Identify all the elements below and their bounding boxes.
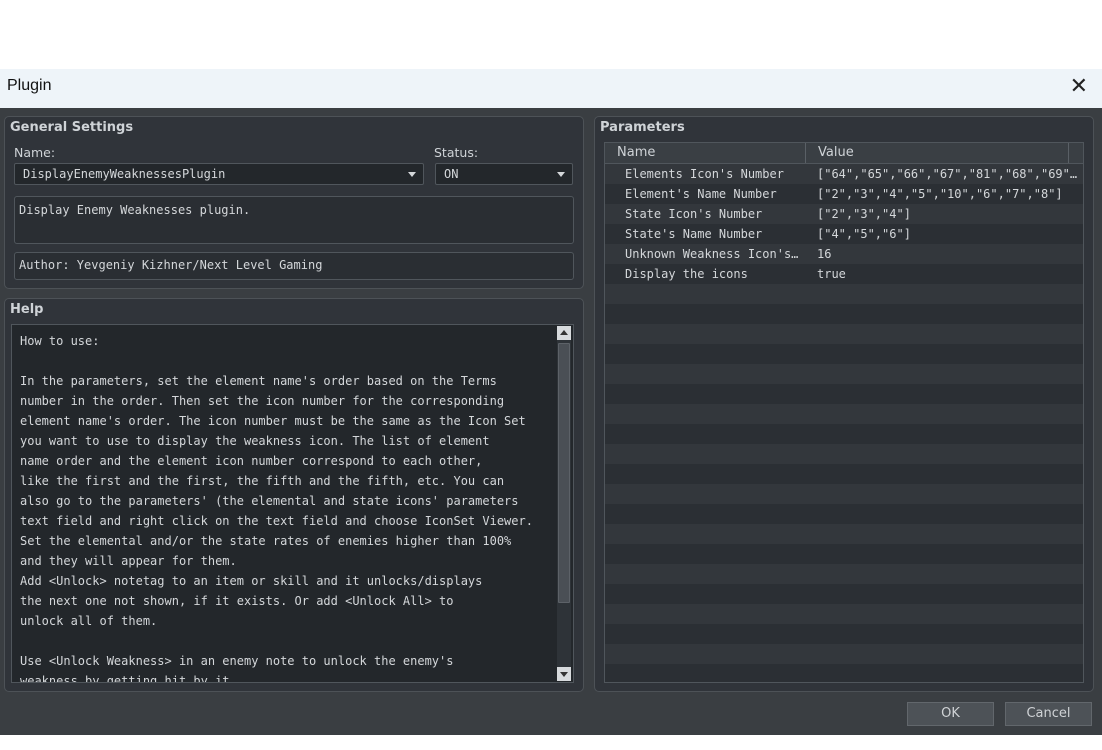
cancel-button[interactable]: Cancel <box>1005 702 1092 726</box>
table-row[interactable] <box>605 484 1083 504</box>
param-name: Display the icons <box>625 267 748 281</box>
param-name: Element's Name Number <box>625 187 777 201</box>
column-header-value[interactable]: Value <box>806 143 1069 163</box>
plugin-name-select[interactable]: DisplayEnemyWeaknessesPlugin <box>14 163 424 185</box>
chevron-down-icon <box>408 172 416 177</box>
table-row[interactable] <box>605 304 1083 324</box>
param-value: ["2","3","4"] <box>817 207 911 221</box>
table-row[interactable] <box>605 464 1083 484</box>
table-row[interactable]: Elements Icon's Number ["64","65","66","6… <box>605 164 1083 184</box>
parameters-table: Name Value Elements Icon's Number ["64","… <box>604 142 1084 683</box>
help-title: Help <box>10 302 44 317</box>
description-field[interactable]: Display Enemy Weaknesses plugin. <box>14 196 574 244</box>
general-settings-title: General Settings <box>10 120 134 135</box>
parameters-title: Parameters <box>600 120 685 135</box>
close-icon[interactable]: ✕ <box>1070 74 1088 100</box>
table-row[interactable] <box>605 284 1083 304</box>
window-title: Plugin <box>7 77 52 94</box>
table-row[interactable]: Unknown Weakness Icon's ··· 16 <box>605 244 1083 264</box>
table-row[interactable] <box>605 324 1083 344</box>
table-row[interactable] <box>605 524 1083 544</box>
table-row[interactable] <box>605 344 1083 364</box>
description-text: Display Enemy Weaknesses plugin. <box>19 203 251 217</box>
help-scrollbar[interactable] <box>557 326 571 681</box>
table-rows: Elements Icon's Number ["64","65","66","6… <box>605 164 1083 682</box>
param-name: State Icon's Number <box>625 207 763 221</box>
help-text: How to use: In the parameters, set the e… <box>20 334 533 683</box>
plugin-dialog: General Settings Name: Status: DisplayEn… <box>0 108 1102 735</box>
param-name: State's Name Number <box>625 227 763 241</box>
author-text: Author: Yevgeniy Kizhner/Next Level Gami… <box>19 258 323 272</box>
table-row[interactable] <box>605 644 1083 664</box>
table-row[interactable] <box>605 384 1083 404</box>
ok-button[interactable]: OK <box>907 702 994 726</box>
scroll-thumb[interactable] <box>558 343 570 603</box>
scroll-down-button[interactable] <box>557 667 571 681</box>
status-select[interactable]: ON <box>435 163 573 185</box>
param-value: 16 <box>817 247 832 261</box>
table-row[interactable] <box>605 624 1083 644</box>
table-row[interactable] <box>605 564 1083 584</box>
scroll-up-button[interactable] <box>557 326 571 340</box>
plugin-name-value: DisplayEnemyWeaknessesPlugin <box>23 167 226 181</box>
table-row[interactable]: Element's Name Number ["2","3","4","5","1… <box>605 184 1083 204</box>
arrow-down-icon <box>560 672 568 677</box>
table-row[interactable] <box>605 664 1083 682</box>
table-row[interactable]: Display the icons true <box>605 264 1083 284</box>
status-label: Status: <box>434 145 479 160</box>
author-field[interactable]: Author: Yevgeniy Kizhner/Next Level Gami… <box>14 252 574 280</box>
general-settings-group: General Settings Name: Status: DisplayEn… <box>4 116 584 289</box>
table-row[interactable] <box>605 444 1083 464</box>
status-value: ON <box>444 167 459 181</box>
param-value: ["4","5","6"] <box>817 227 911 241</box>
help-text-area[interactable]: How to use: In the parameters, set the e… <box>11 324 574 683</box>
param-name: Unknown Weakness Icon's ··· <box>625 247 805 261</box>
table-row[interactable] <box>605 604 1083 624</box>
table-row[interactable] <box>605 544 1083 564</box>
table-row[interactable] <box>605 364 1083 384</box>
param-name: Elements Icon's Number <box>625 167 784 181</box>
title-bar: Plugin ✕ <box>0 69 1102 109</box>
param-value: true <box>817 267 846 281</box>
table-row[interactable]: State's Name Number ["4","5","6"] <box>605 224 1083 244</box>
table-row[interactable] <box>605 504 1083 524</box>
chevron-down-icon <box>557 172 565 177</box>
table-row[interactable]: State Icon's Number ["2","3","4"] <box>605 204 1083 224</box>
param-value: ["2","3","4","5","10","6","7","8"] <box>817 187 1063 201</box>
table-header: Name Value <box>605 143 1083 164</box>
table-row[interactable] <box>605 584 1083 604</box>
column-header-name[interactable]: Name <box>605 143 806 163</box>
table-row[interactable] <box>605 404 1083 424</box>
name-label: Name: <box>14 145 56 160</box>
param-value: ["64","65","66","67","81","68","69"··· <box>817 167 1079 181</box>
arrow-up-icon <box>560 330 568 335</box>
table-row[interactable] <box>605 424 1083 444</box>
